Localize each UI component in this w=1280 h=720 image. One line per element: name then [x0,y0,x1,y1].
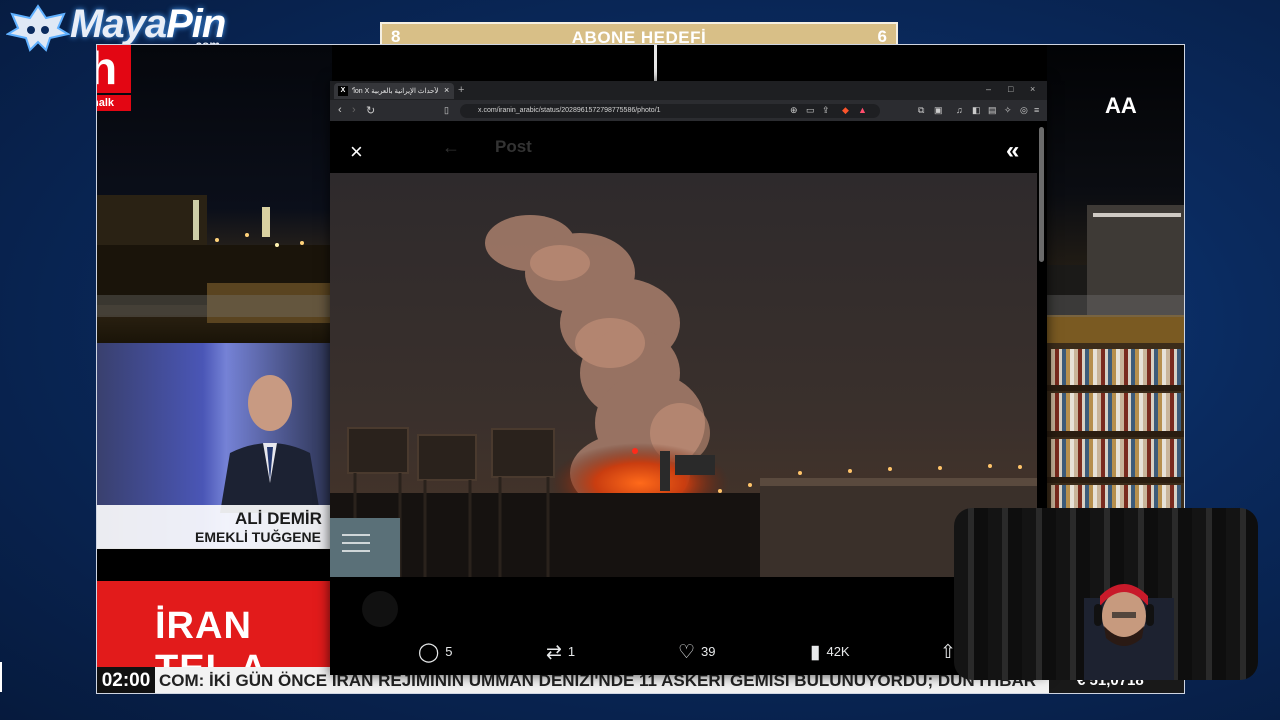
channel-logo-letter: h [97,45,131,95]
wallet-icon[interactable]: ▤ [988,105,997,116]
close-photo-button[interactable]: × [350,139,363,165]
tab-title: ٌ'ion X الأحداث الإيرانية بالعربية [352,88,438,95]
zoom-icon[interactable]: ⊕ [790,105,798,116]
scrollbar[interactable] [1039,127,1044,262]
bookmark-icon[interactable]: ▯ [444,105,449,116]
reload-button[interactable]: ↻ [366,104,375,117]
background-back-arrow-icon: ← [442,137,460,157]
reply-count: 5 [445,644,453,659]
x-photo-viewer: ← Post × « ◯ 5 ⇄ 1 ♡ 39 ▮ 42K ⇧ [330,121,1047,675]
background-page-title: Post [495,137,532,156]
anadolu-agency-logo: AA [1105,93,1137,118]
menu-icon[interactable]: ≡ [1034,105,1039,115]
tab-bar: X ٌ'ion X الأحداث الإيرانية بالعربية × +… [330,81,1047,100]
repost-button[interactable]: ⇄ 1 [546,641,575,664]
guest-nameplate: ALİ DEMİR EMEKLİ TUĞGENE [97,505,332,549]
sidebar-icon[interactable]: ◧ [972,105,981,116]
feed-divider [654,45,657,81]
rewards-icon[interactable]: ▲ [858,105,867,115]
new-tab-button[interactable]: + [458,84,464,96]
url-field[interactable]: x.com/iranin_arabic/status/2028961572798… [460,104,880,118]
music-icon[interactable]: ♫ [956,105,963,115]
brave-shield-icon[interactable]: ◆ [842,105,849,116]
ghost-avatar [362,591,398,627]
halk-tv-logo: h halk [97,45,131,111]
post-action-bar: ◯ 5 ⇄ 1 ♡ 39 ▮ 42K ⇧ [330,631,1047,675]
browser-window: X ٌ'ion X الأحداث الإيرانية بالعربية × +… [330,81,1047,675]
like-button[interactable]: ♡ 39 [678,641,716,664]
maximize-button[interactable]: □ [1008,84,1013,94]
share-page-icon[interactable]: ⇪ [822,105,830,116]
back-button[interactable]: ‹ [338,104,342,116]
cast-icon[interactable]: ▭ [806,105,815,116]
mask-logo-icon [6,4,70,52]
night-explosion-image [330,173,1037,577]
repost-count: 1 [567,644,576,659]
like-count: 39 [701,644,716,659]
guest-person-image [220,375,320,513]
reply-button[interactable]: ◯ 5 [418,641,453,664]
channel-label: halk [97,95,131,111]
comment-icon: ◯ [418,642,440,663]
expand-panel-button[interactable]: « [1006,137,1019,165]
webcam-overlay [954,508,1258,680]
guest-name: ALİ DEMİR [235,509,322,528]
views-button[interactable]: ▮ 42K [810,641,850,664]
address-toolbar: ‹ › ↻ ▯ x.com/iranin_arabic/status/20289… [330,100,1047,121]
headline-bar: İRAN TEL A [97,581,332,690]
browser-tab[interactable]: X ٌ'ion X الأحداث الإيرانية بالعربية × [334,83,454,99]
minimize-button[interactable]: – [986,84,991,94]
forward-button[interactable]: › [352,104,356,116]
extension-icon-1[interactable]: ⧉ [918,105,924,116]
views-count: 42K [826,644,850,659]
explosion-photo [330,173,1037,577]
guest-title: EMEKLİ TUĞGENE [195,529,322,545]
extensions-puzzle-icon[interactable]: ✧ [1004,105,1012,116]
views-icon: ▮ [810,642,821,663]
repost-icon: ⇄ [546,642,562,663]
close-window-button[interactable]: × [1030,84,1035,94]
streamer-webcam-image [1084,584,1174,680]
extension-icon-2[interactable]: ▣ [934,105,943,116]
edge-marker [0,662,2,692]
heart-icon: ♡ [678,642,696,663]
x-logo-icon: X [338,86,348,96]
ticker-time: 02:00 [97,667,155,693]
tab-close-button[interactable]: × [444,85,449,95]
vpn-icon[interactable]: ◎ [1020,105,1028,116]
